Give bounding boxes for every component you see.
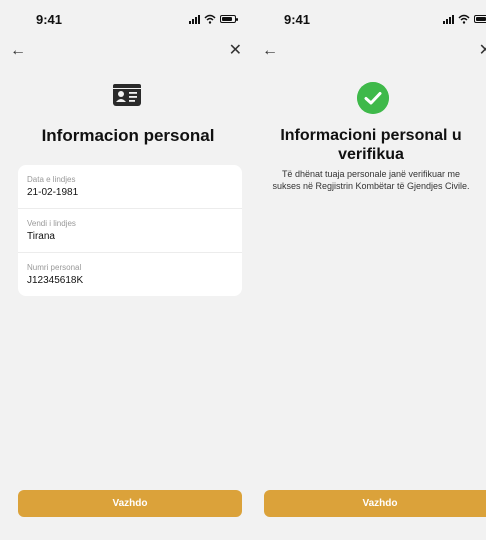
- birth-place-value: Tirana: [27, 231, 55, 242]
- close-icon[interactable]: ✕: [229, 42, 242, 60]
- success-title-line1: Informacioni personal u: [280, 127, 462, 144]
- success-description: Të dhënat tuaja personale janë verifikua…: [256, 168, 486, 192]
- success-description-line2: sukses në Regjistrin Kombëtar të Gjendje…: [272, 181, 470, 191]
- status-icons: [443, 14, 486, 24]
- signal-icon: [443, 14, 454, 24]
- birth-date-value: 21-02-1981: [27, 187, 79, 198]
- status-bar: 9:41: [0, 12, 256, 32]
- personal-info-card: Data e lindjes 21-02-1981 Vendi i lindje…: [18, 165, 242, 296]
- battery-icon: [474, 15, 486, 23]
- success-title: Informacioni personal u verifikua: [256, 126, 486, 164]
- checkmark-icon: [357, 82, 389, 114]
- success-title-line2: verifikua: [338, 146, 404, 163]
- page-title: Informacion personal: [41, 126, 215, 145]
- wifi-icon: [204, 14, 216, 24]
- battery-icon: [220, 15, 238, 23]
- birth-date-field: Data e lindjes 21-02-1981: [18, 165, 242, 209]
- birth-place-label: Vendi i lindjes: [27, 219, 76, 228]
- status-icons: [189, 14, 238, 24]
- verification-success-screen: 9:41 ← ✕ Informacioni personal u verifik…: [256, 0, 486, 540]
- personal-number-value: J12345618K: [27, 275, 84, 286]
- personal-number-field: Numri personal J12345618K: [18, 253, 242, 297]
- nav-bar: ← ✕: [256, 42, 486, 60]
- arrow-left-icon[interactable]: ←: [262, 42, 278, 60]
- wifi-icon: [458, 14, 470, 24]
- personal-info-screen: 9:41 ← ✕ Informacion personal Data e lin…: [0, 0, 256, 540]
- signal-icon: [189, 14, 200, 24]
- birth-date-label: Data e lindjes: [27, 175, 76, 184]
- status-bar: 9:41: [256, 12, 486, 32]
- personal-number-label: Numri personal: [27, 263, 82, 272]
- success-description-line1: Të dhënat tuaja personale janë verifikua…: [281, 169, 461, 179]
- continue-button[interactable]: Vazhdo: [18, 490, 242, 517]
- arrow-left-icon[interactable]: ←: [10, 42, 26, 60]
- screens-container: 9:41 ← ✕ Informacion personal Data e lin…: [0, 0, 486, 540]
- status-time: 9:41: [284, 12, 311, 27]
- continue-button[interactable]: Vazhdo: [264, 490, 486, 517]
- birth-place-field: Vendi i lindjes Tirana: [18, 209, 242, 253]
- status-time: 9:41: [36, 12, 63, 27]
- close-icon[interactable]: ✕: [479, 42, 486, 60]
- nav-bar: ← ✕: [0, 42, 256, 60]
- id-card-icon: [113, 84, 141, 106]
